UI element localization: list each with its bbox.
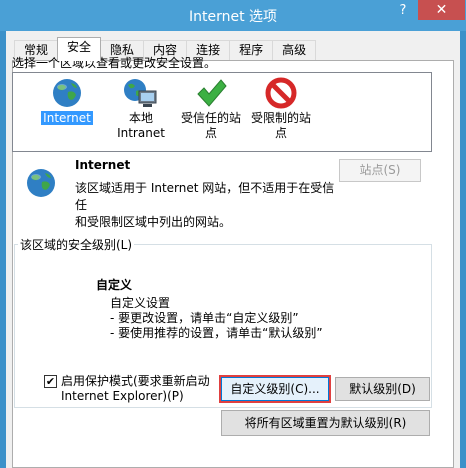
zone-desc-line-1: 该区域适用于 Internet 网站，但不适用于在受信任 (75, 181, 335, 212)
zone-label-restricted-1: 受限制的站 (250, 111, 311, 125)
selected-zone-globe-icon (27, 169, 55, 197)
globe-icon (53, 79, 81, 107)
zone-prompt: 选择一个区域以查看或更改安全设置。 (12, 56, 217, 70)
zone-label-trusted-1: 受信任的站 (180, 111, 241, 125)
tab-advanced[interactable]: 高级 (272, 40, 317, 61)
custom-level-button[interactable]: 自定义级别(C)... (221, 377, 329, 401)
level-desc-line-2: - 要更改设置，请单击“自定义级别” (110, 311, 299, 325)
protected-mode-option[interactable]: ✔ 启用保护模式(要求重新启动 Internet Explorer)(P) (44, 374, 210, 404)
zone-list[interactable]: Internet 本地 Intranet 受信任的站 点 受限制的站 点 (12, 72, 432, 152)
level-desc-line-1: 自定义设置 (110, 296, 171, 310)
default-level-button[interactable]: 默认级别(D) (335, 377, 430, 401)
zone-intranet[interactable]: 本地 Intranet (105, 77, 177, 141)
zone-label-internet: Internet (41, 111, 93, 125)
protected-mode-label-2: Internet Explorer)(P) (61, 389, 184, 403)
security-level-title: 该区域的安全级别(L) (18, 236, 135, 253)
protected-mode-checkbox[interactable]: ✔ (44, 375, 57, 388)
protected-mode-label-1: 启用保护模式(要求重新启动 (61, 374, 210, 388)
tab-security[interactable]: 安全 (57, 37, 102, 61)
no-entry-icon (265, 77, 297, 109)
security-level-name: 自定义 (96, 278, 133, 292)
checkmark-icon (197, 79, 227, 107)
reset-all-zones-button[interactable]: 将所有区域重置为默认级别(R) (221, 410, 430, 436)
intranet-icon (124, 79, 157, 107)
protected-mode-label: 启用保护模式(要求重新启动 Internet Explorer)(P) (61, 374, 210, 404)
zone-internet[interactable]: Internet (31, 77, 103, 126)
security-level-description: 自定义设置 - 要更改设置，请单击“自定义级别” - 要使用推荐的设置，请单击“… (110, 296, 323, 341)
zone-trusted[interactable]: 受信任的站 点 (175, 77, 247, 141)
tab-programs[interactable]: 程序 (229, 40, 274, 61)
zone-label-intranet-2: Intranet (117, 126, 165, 140)
zone-label-trusted-2: 点 (204, 126, 217, 140)
zone-label-intranet-1: 本地 (128, 111, 153, 125)
title-bar[interactable]: Internet 选项 ? ✕ (0, 0, 466, 31)
close-button[interactable]: ✕ (418, 0, 465, 20)
sites-button[interactable]: 站点(S) (339, 159, 421, 182)
help-button[interactable]: ? (392, 0, 414, 21)
zone-label-restricted-2: 点 (274, 126, 287, 140)
selected-zone-description: 该区域适用于 Internet 网站，但不适用于在受信任 和受限制区域中列出的网… (75, 180, 345, 231)
level-desc-line-3: - 要使用推荐的设置，请单击“默认级别” (110, 326, 323, 340)
selected-zone-name: Internet (75, 158, 131, 172)
zone-desc-line-2: 和受限制区域中列出的网站。 (75, 215, 232, 229)
zone-restricted[interactable]: 受限制的站 点 (245, 77, 317, 141)
